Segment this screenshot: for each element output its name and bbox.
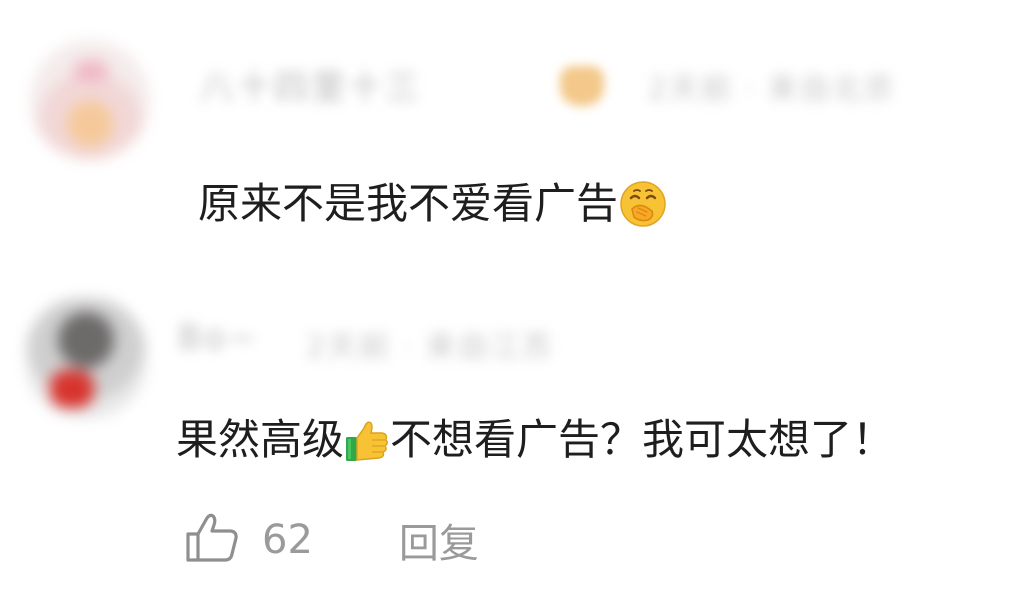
comment-text: 果然高级 不想看广告？我可太想了！ [176,412,894,468]
comment-meta: 2天前 · 来自北京 [648,72,896,107]
thumbs-up-outline-icon[interactable] [184,512,240,568]
comment-text-part-1: 果然高级 [176,415,345,464]
username[interactable]: 八十四里十三 [200,60,422,109]
reply-button[interactable]: 回复 [399,511,479,569]
avatar-decoration [50,370,94,408]
comment-meta: 2天前 · 来自江苏 [306,330,554,365]
thumbs-up-icon [344,415,390,465]
comment-text: 原来不是我不爱看广告 [198,176,668,232]
comment-text-part-2: 不想看广告？我可太想了！ [390,415,895,464]
like-button[interactable]: 62 [184,512,313,568]
user-badge-icon [560,66,604,106]
username[interactable]: Bo~ [178,318,260,358]
comment-item-1: 八十四里十三 2天前 · 来自北京 原来不是我不爱看广告 [0,0,1011,270]
avatar[interactable] [30,40,150,160]
avatar[interactable] [26,298,146,418]
avatar-decoration [74,60,108,82]
like-count: 62 [262,517,313,563]
comment-actions: 62 回复 [184,510,479,570]
comment-text-content: 原来不是我不爱看广告 [198,179,619,228]
covering-mouth-face-icon [618,179,668,229]
comment-item-2: Bo~ 2天前 · 来自江苏 果然高级 不想看广告？我可太想了！ 62 回复 [0,270,1011,600]
